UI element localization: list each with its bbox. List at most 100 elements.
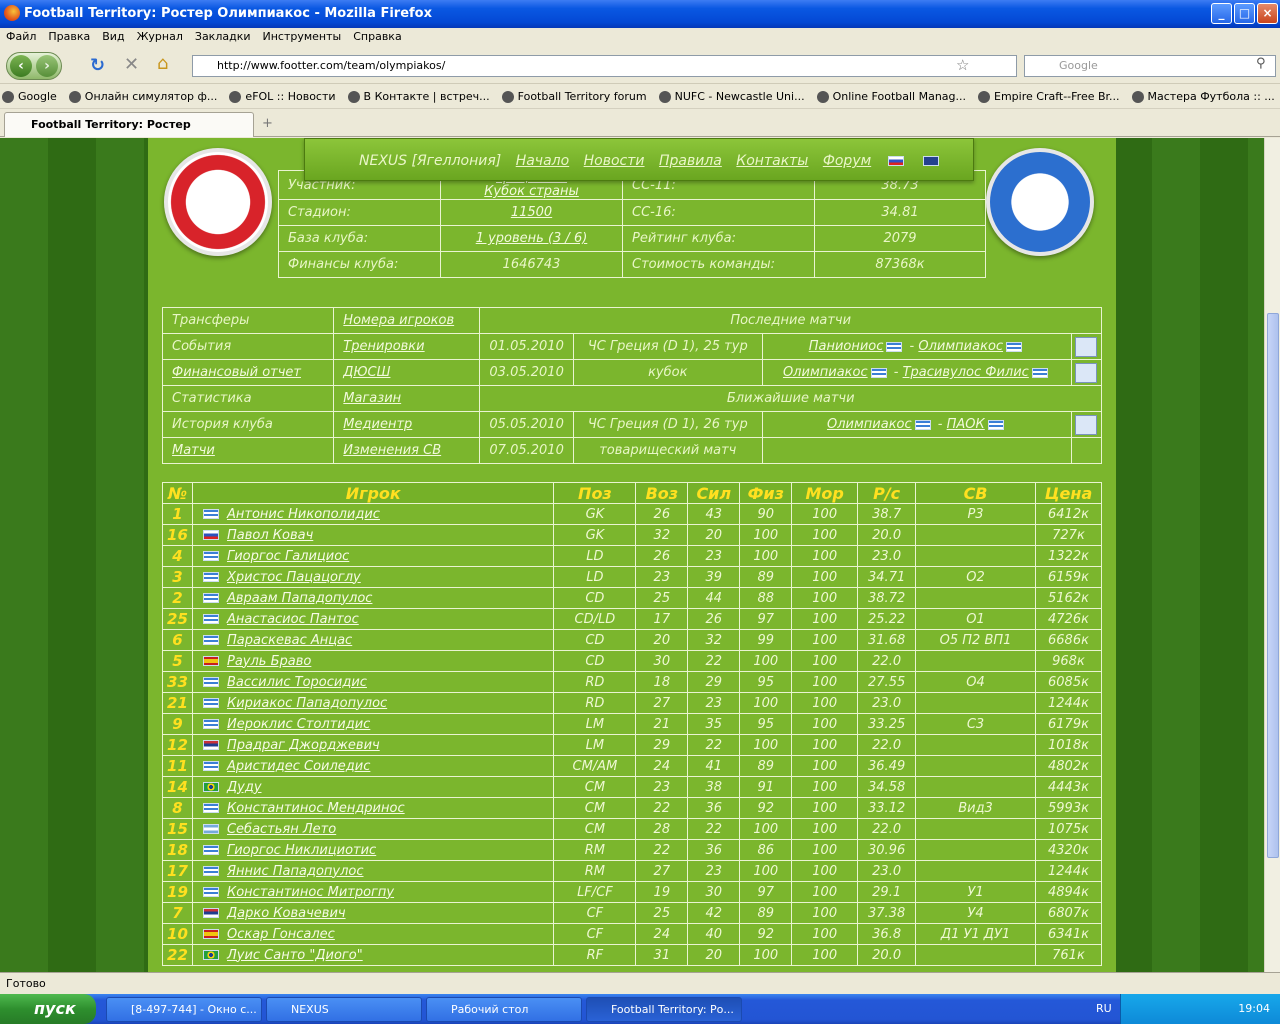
player-name[interactable]: Рауль Браво: [191, 650, 555, 672]
bookmark-item[interactable]: Онлайн симулятор ф...: [67, 85, 217, 108]
taskbar-item[interactable]: NEXUS: [266, 997, 422, 1022]
col-price[interactable]: Цена: [1034, 482, 1103, 504]
player-name[interactable]: Луис Санто "Диого": [191, 944, 555, 966]
reload-icon[interactable]: ↻: [90, 55, 105, 76]
col-number[interactable]: №: [162, 482, 193, 504]
shop-link[interactable]: Магазин: [333, 385, 481, 412]
player-name[interactable]: Дуду: [191, 776, 555, 798]
player-name[interactable]: Дарко Ковачевич: [191, 902, 555, 924]
match-teams[interactable]: Паниониос - Олимпиакос: [761, 333, 1073, 360]
nav-news[interactable]: Новости: [584, 153, 645, 169]
training-link[interactable]: Тренировки: [333, 333, 481, 360]
taskbar-item[interactable]: Рабочий стол: [426, 997, 582, 1022]
url-field[interactable]: http://www.footter.com/team/olympiakos/: [192, 55, 1017, 77]
match-info-cell[interactable]: [1071, 359, 1102, 386]
sv-changes-link[interactable]: Изменения СВ: [333, 437, 481, 464]
match-teams[interactable]: Олимпиакос - Трасивулос Филис: [761, 359, 1073, 386]
player-name[interactable]: Анастасиос Пантос: [191, 608, 555, 630]
stop-icon[interactable]: ✕: [124, 54, 139, 75]
bookmark-item[interactable]: Online Football Manag...: [815, 85, 966, 108]
bookmark-item[interactable]: Мастера Футбола :: ...: [1130, 85, 1275, 108]
player-name[interactable]: Авраам Пападопулос: [191, 587, 555, 609]
menu-tools[interactable]: Инструменты: [257, 28, 348, 46]
taskbar-item-active[interactable]: Football Territory: Ро...: [586, 997, 742, 1022]
col-abilities[interactable]: СВ: [915, 482, 1036, 504]
match-teams[interactable]: Олимпиакос - ПАОК: [761, 411, 1073, 438]
new-tab-icon[interactable]: +: [262, 116, 273, 131]
home-icon[interactable]: ⌂: [157, 53, 168, 74]
player-name[interactable]: Иероклис Столтидис: [191, 713, 555, 735]
col-morale[interactable]: Мор: [791, 482, 859, 504]
player-name[interactable]: Оскар Гонсалес: [191, 923, 555, 945]
stadium-value[interactable]: 11500: [440, 199, 623, 226]
player-name[interactable]: Прадраг Джорджевич: [191, 734, 555, 756]
media-link[interactable]: Медиентр: [333, 411, 481, 438]
nav-forum[interactable]: Форум: [823, 153, 871, 169]
nav-contacts[interactable]: Контакты: [736, 153, 808, 169]
player-name[interactable]: Гиоргос Галициос: [191, 545, 555, 567]
back-icon[interactable]: ‹: [10, 55, 32, 77]
tab-active[interactable]: Football Territory: Ростер Олимпиакос: [4, 112, 254, 154]
bookmark-item[interactable]: Football Territory forum: [500, 85, 647, 108]
matches-link[interactable]: Матчи: [161, 437, 335, 464]
start-button[interactable]: пуск: [0, 994, 96, 1024]
close-button[interactable]: ×: [1257, 3, 1278, 24]
nav-rules[interactable]: Правила: [659, 153, 722, 169]
russian-flag-icon[interactable]: [887, 156, 904, 166]
player-name[interactable]: Яннис Пападопулос: [191, 860, 555, 882]
maximize-button[interactable]: □: [1234, 3, 1255, 24]
stats-label[interactable]: Статистика: [161, 385, 335, 412]
taskbar-item[interactable]: [8-497-744] - Окно с...: [106, 997, 262, 1022]
vertical-scrollbar[interactable]: [1264, 138, 1280, 972]
scrollbar-thumb[interactable]: [1267, 313, 1279, 858]
player-name[interactable]: Павол Ковач: [191, 524, 555, 546]
player-name[interactable]: Параскевас Анцас: [191, 629, 555, 651]
minimize-button[interactable]: _: [1211, 3, 1232, 24]
bookmark-item[interactable]: eFOL :: Новости: [227, 85, 336, 108]
col-age[interactable]: Воз: [635, 482, 689, 504]
forward-icon[interactable]: ›: [36, 55, 58, 77]
bookmark-item[interactable]: Empire Craft--Free Br...: [976, 85, 1120, 108]
base-value[interactable]: 1 уровень (3 / 6): [440, 225, 623, 252]
menu-bookmarks[interactable]: Закладки: [189, 28, 257, 46]
transfers-label[interactable]: Трансферы: [161, 307, 335, 334]
menu-view[interactable]: Вид: [96, 28, 130, 46]
player-name[interactable]: Кириакос Пападопулос: [191, 692, 555, 714]
match-preview-icon[interactable]: [1075, 414, 1098, 435]
events-label[interactable]: События: [161, 333, 335, 360]
menu-edit[interactable]: Правка: [42, 28, 96, 46]
player-name[interactable]: Вассилис Торосидис: [191, 671, 555, 693]
search-field[interactable]: Google: [1024, 55, 1276, 77]
bookmark-item[interactable]: NUFC - Newcastle Uni...: [657, 85, 805, 108]
search-icon[interactable]: ⚲: [1256, 56, 1266, 71]
col-strength[interactable]: Сил: [687, 482, 741, 504]
player-name[interactable]: Константинос Митрогпу: [191, 881, 555, 903]
language-indicator[interactable]: RU: [1096, 994, 1112, 1024]
match-info-cell[interactable]: [1071, 333, 1102, 360]
numbers-link[interactable]: Номера игроков: [333, 307, 481, 334]
player-name[interactable]: Антонис Никополидис: [191, 503, 555, 525]
bookmark-item[interactable]: В Контакте | встреч...: [346, 85, 490, 108]
col-fitness[interactable]: Физ: [739, 482, 793, 504]
player-name[interactable]: Аристидес Соиледис: [191, 755, 555, 777]
bookmark-item[interactable]: Google: [0, 85, 57, 108]
player-name[interactable]: Гиоргос Никлициотис: [191, 839, 555, 861]
fin-report-link[interactable]: Финансовый отчет: [161, 359, 335, 386]
nav-home[interactable]: Начало: [516, 153, 569, 169]
col-rs[interactable]: Р/с: [857, 482, 917, 504]
menu-file[interactable]: Файл: [0, 28, 42, 46]
menu-help[interactable]: Справка: [347, 28, 407, 46]
player-name[interactable]: Себастьян Лето: [191, 818, 555, 840]
match-preview-cell[interactable]: [1071, 411, 1102, 438]
player-name[interactable]: Христос Пацацоглу: [191, 566, 555, 588]
col-player[interactable]: Игрок: [191, 482, 555, 504]
youth-link[interactable]: ДЮСШ: [333, 359, 481, 386]
menu-history[interactable]: Журнал: [131, 28, 189, 46]
star-icon[interactable]: ☆: [956, 56, 969, 74]
col-position[interactable]: Поз: [553, 482, 637, 504]
uk-flag-icon[interactable]: [923, 156, 940, 166]
history-label[interactable]: История клуба: [161, 411, 335, 438]
player-name[interactable]: Константинос Мендринос: [191, 797, 555, 819]
match-info-icon[interactable]: [1075, 362, 1098, 383]
match-info-icon[interactable]: [1075, 336, 1098, 357]
